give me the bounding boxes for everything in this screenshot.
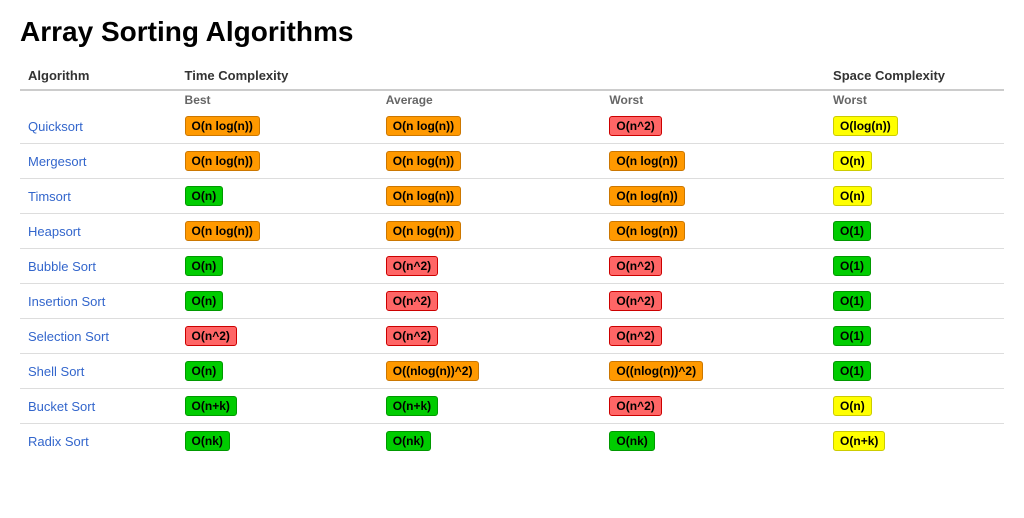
table-row: Shell Sort O(n) O((nlog(n))^2) O((nlog(n))^…	[20, 354, 1004, 389]
badge-space: O(1)	[833, 326, 871, 346]
badge-best: O(nk)	[185, 431, 230, 451]
header-time-complexity: Time Complexity	[177, 62, 826, 90]
badge-space: O(1)	[833, 256, 871, 276]
badge-space: O(n)	[833, 151, 872, 171]
badge-worst-time: O((nlog(n))^2)	[609, 361, 703, 381]
table-row: Quicksort O(n log(n)) O(n log(n)) O(n^2) O(l…	[20, 109, 1004, 144]
badge-space: O(1)	[833, 291, 871, 311]
badge-best: O(n+k)	[185, 396, 237, 416]
badge-best: O(n^2)	[185, 326, 237, 346]
algorithm-name[interactable]: Bubble Sort	[28, 259, 96, 274]
badge-worst-time: O(n^2)	[609, 256, 661, 276]
badge-worst-time: O(n^2)	[609, 326, 661, 346]
badge-space: O(n)	[833, 396, 872, 416]
badge-space: O(1)	[833, 361, 871, 381]
badge-worst-time: O(n^2)	[609, 291, 661, 311]
badge-space: O(1)	[833, 221, 871, 241]
badge-average: O(n log(n))	[386, 186, 461, 206]
algorithm-name[interactable]: Timsort	[28, 189, 71, 204]
algorithm-name[interactable]: Shell Sort	[28, 364, 84, 379]
badge-space: O(n+k)	[833, 431, 885, 451]
badge-worst-time: O(n^2)	[609, 116, 661, 136]
badge-space: O(n)	[833, 186, 872, 206]
badge-average: O(n^2)	[386, 326, 438, 346]
badge-worst-time: O(n^2)	[609, 396, 661, 416]
table-row: Timsort O(n) O(n log(n)) O(n log(n)) O(n)	[20, 179, 1004, 214]
table-row: Selection Sort O(n^2) O(n^2) O(n^2) O(1)	[20, 319, 1004, 354]
badge-best: O(n)	[185, 361, 224, 381]
badge-space: O(log(n))	[833, 116, 898, 136]
header-space-complexity: Space Complexity	[825, 62, 1004, 90]
badge-average: O(n log(n))	[386, 116, 461, 136]
header-best: Best	[177, 90, 378, 109]
algorithm-name[interactable]: Heapsort	[28, 224, 81, 239]
table-row: Bubble Sort O(n) O(n^2) O(n^2) O(1)	[20, 249, 1004, 284]
table-row: Mergesort O(n log(n)) O(n log(n)) O(n log(n…	[20, 144, 1004, 179]
badge-best: O(n log(n))	[185, 151, 260, 171]
badge-best: O(n log(n))	[185, 116, 260, 136]
badge-average: O((nlog(n))^2)	[386, 361, 480, 381]
header-worst-space: Worst	[825, 90, 1004, 109]
main-header-row: Algorithm Time Complexity Space Complexi…	[20, 62, 1004, 90]
table-row: Radix Sort O(nk) O(nk) O(nk) O(n+k)	[20, 424, 1004, 459]
badge-best: O(n log(n))	[185, 221, 260, 241]
badge-best: O(n)	[185, 256, 224, 276]
sub-header-row: Best Average Worst Worst	[20, 90, 1004, 109]
algorithm-name[interactable]: Radix Sort	[28, 434, 89, 449]
badge-worst-time: O(n log(n))	[609, 186, 684, 206]
header-worst-time: Worst	[601, 90, 825, 109]
badge-worst-time: O(nk)	[609, 431, 654, 451]
table-row: Insertion Sort O(n) O(n^2) O(n^2) O(1)	[20, 284, 1004, 319]
badge-average: O(nk)	[386, 431, 431, 451]
table-row: Heapsort O(n log(n)) O(n log(n)) O(n log(n)…	[20, 214, 1004, 249]
badge-average: O(n^2)	[386, 291, 438, 311]
algorithm-name[interactable]: Insertion Sort	[28, 294, 105, 309]
badge-best: O(n)	[185, 186, 224, 206]
badge-worst-time: O(n log(n))	[609, 221, 684, 241]
badge-best: O(n)	[185, 291, 224, 311]
algorithm-name[interactable]: Mergesort	[28, 154, 87, 169]
header-algorithm: Algorithm	[20, 62, 177, 90]
page-title: Array Sorting Algorithms	[20, 16, 1004, 48]
algorithm-name[interactable]: Selection Sort	[28, 329, 109, 344]
header-average: Average	[378, 90, 602, 109]
badge-average: O(n^2)	[386, 256, 438, 276]
badge-average: O(n log(n))	[386, 221, 461, 241]
sorting-table: Algorithm Time Complexity Space Complexi…	[20, 62, 1004, 458]
algorithm-name[interactable]: Quicksort	[28, 119, 83, 134]
badge-average: O(n log(n))	[386, 151, 461, 171]
algorithm-name[interactable]: Bucket Sort	[28, 399, 95, 414]
badge-average: O(n+k)	[386, 396, 438, 416]
table-row: Bucket Sort O(n+k) O(n+k) O(n^2) O(n)	[20, 389, 1004, 424]
badge-worst-time: O(n log(n))	[609, 151, 684, 171]
